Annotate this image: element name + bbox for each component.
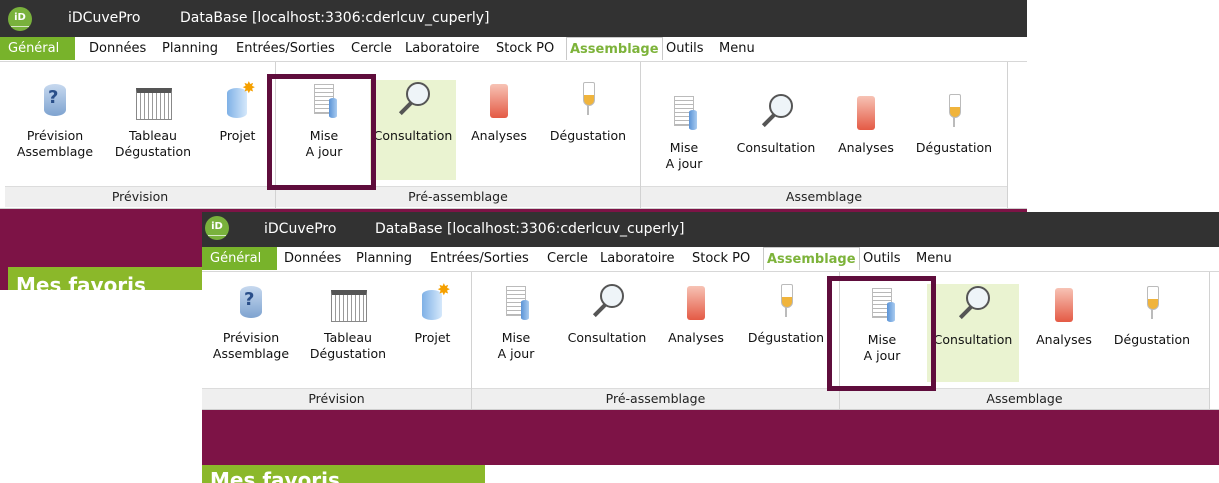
database-title: DataBase [localhost:3306:cderlcuv_cuperl…	[180, 10, 490, 26]
assemblage-degustation-button[interactable]: Dégustation	[1106, 284, 1198, 348]
app-name: iDCuvePro	[264, 221, 337, 237]
menu-menu[interactable]: Menu	[916, 251, 952, 266]
table-icon	[134, 80, 172, 122]
group-label-pre-assemblage: Pré-assemblage	[472, 388, 839, 409]
menu-bar: Général Données Planning Entrées/Sorties…	[202, 247, 1219, 272]
menu-cercle[interactable]: Cercle	[547, 251, 588, 266]
prevision-assemblage-button[interactable]: ? Prévision Assemblage	[12, 80, 98, 160]
favorites-bar	[202, 410, 1219, 465]
menu-bar: Général Données Planning Entrées/Sorties…	[0, 37, 1027, 62]
menu-cercle[interactable]: Cercle	[351, 41, 392, 56]
app-logo: iD	[205, 216, 229, 240]
group-label-prevision: Prévision	[202, 388, 471, 409]
menu-outils[interactable]: Outils	[863, 251, 901, 266]
project-icon: ✸	[219, 80, 257, 122]
app-name: iDCuvePro	[68, 10, 141, 26]
document-icon	[665, 92, 703, 134]
prevision-assemblage-button[interactable]: ? Prévision Assemblage	[208, 282, 294, 362]
menu-entrees-sorties[interactable]: Entrées/Sorties	[236, 41, 335, 56]
menu-laboratoire[interactable]: Laboratoire	[600, 251, 674, 266]
assemblage-degustation-button[interactable]: Dégustation	[906, 92, 1002, 156]
menu-stock-po[interactable]: Stock PO	[496, 41, 554, 56]
menu-donnees[interactable]: Données	[284, 251, 341, 266]
pre-assemblage-mise-a-jour-button[interactable]: Mise A jour	[486, 282, 546, 362]
title-bar: iD iDCuvePro DataBase [localhost:3306:cd…	[202, 212, 1219, 247]
magnifier-icon	[757, 92, 795, 134]
question-cylinder-icon: ?	[232, 282, 270, 324]
beaker-icon	[847, 92, 885, 134]
pre-assemblage-consultation-button[interactable]: Consultation	[370, 80, 456, 180]
assemblage-consultation-button[interactable]: Consultation	[728, 92, 824, 156]
pre-assemblage-consultation-button[interactable]: Consultation	[559, 282, 655, 346]
ribbon: ? Prévision Assemblage Tableau Dégustati…	[0, 62, 1027, 209]
favorites-tab[interactable]: Mes favoris	[8, 267, 202, 290]
app-window-front: iD iDCuvePro DataBase [localhost:3306:cd…	[202, 212, 1219, 483]
wine-glass-icon	[569, 80, 607, 122]
group-label-assemblage: Assemblage	[641, 186, 1007, 207]
assemblage-consultation-button[interactable]: Consultation	[927, 284, 1019, 382]
beaker-icon	[677, 282, 715, 324]
pre-assemblage-degustation-button[interactable]: Dégustation	[740, 282, 832, 346]
app-logo: iD	[8, 7, 32, 31]
favorites-tab[interactable]: Mes favoris	[202, 465, 485, 483]
menu-planning[interactable]: Planning	[356, 251, 412, 266]
menu-stock-po[interactable]: Stock PO	[692, 251, 750, 266]
pre-assemblage-degustation-button[interactable]: Dégustation	[542, 80, 634, 144]
menu-general[interactable]: Général	[0, 37, 75, 60]
ribbon: ? Prévision Assemblage Tableau Dégustati…	[202, 272, 1219, 410]
database-title: DataBase [localhost:3306:cderlcuv_cuperl…	[375, 221, 685, 237]
menu-general[interactable]: Général	[202, 247, 277, 270]
tableau-degustation-button[interactable]: Tableau Dégustation	[108, 80, 198, 160]
assemblage-analyses-button[interactable]: Analyses	[832, 92, 900, 156]
beaker-icon	[480, 80, 518, 122]
pre-assemblage-analyses-button[interactable]: Analyses	[662, 282, 730, 346]
magnifier-icon	[394, 80, 432, 122]
assemblage-mise-a-jour-button[interactable]: Mise A jour	[652, 92, 716, 172]
highlight-frame	[267, 74, 376, 190]
menu-menu[interactable]: Menu	[719, 41, 755, 56]
assemblage-analyses-button[interactable]: Analyses	[1030, 284, 1098, 348]
table-icon	[329, 282, 367, 324]
projet-button[interactable]: ✸ Projet	[405, 282, 460, 346]
projet-button[interactable]: ✸ Projet	[210, 80, 265, 144]
menu-laboratoire[interactable]: Laboratoire	[405, 41, 479, 56]
question-cylinder-icon: ?	[36, 80, 74, 122]
menu-outils[interactable]: Outils	[666, 41, 704, 56]
menu-entrees-sorties[interactable]: Entrées/Sorties	[430, 251, 529, 266]
menu-donnees[interactable]: Données	[89, 41, 146, 56]
project-icon: ✸	[414, 282, 452, 324]
group-label-assemblage: Assemblage	[840, 388, 1209, 409]
wine-glass-icon	[767, 282, 805, 324]
menu-planning[interactable]: Planning	[162, 41, 218, 56]
highlight-frame	[827, 276, 936, 391]
tableau-degustation-button[interactable]: Tableau Dégustation	[303, 282, 393, 362]
menu-assemblage-active[interactable]: Assemblage	[763, 247, 860, 270]
document-icon	[497, 282, 535, 324]
wine-glass-icon	[1133, 284, 1171, 326]
magnifier-icon	[954, 284, 992, 326]
wine-glass-icon	[935, 92, 973, 134]
magnifier-icon	[588, 282, 626, 324]
beaker-icon	[1045, 284, 1083, 326]
title-bar: iD iDCuvePro DataBase [localhost:3306:cd…	[0, 0, 1027, 37]
menu-assemblage-active[interactable]: Assemblage	[566, 37, 663, 60]
group-label-prevision: Prévision	[5, 186, 275, 207]
pre-assemblage-analyses-button[interactable]: Analyses	[465, 80, 533, 144]
